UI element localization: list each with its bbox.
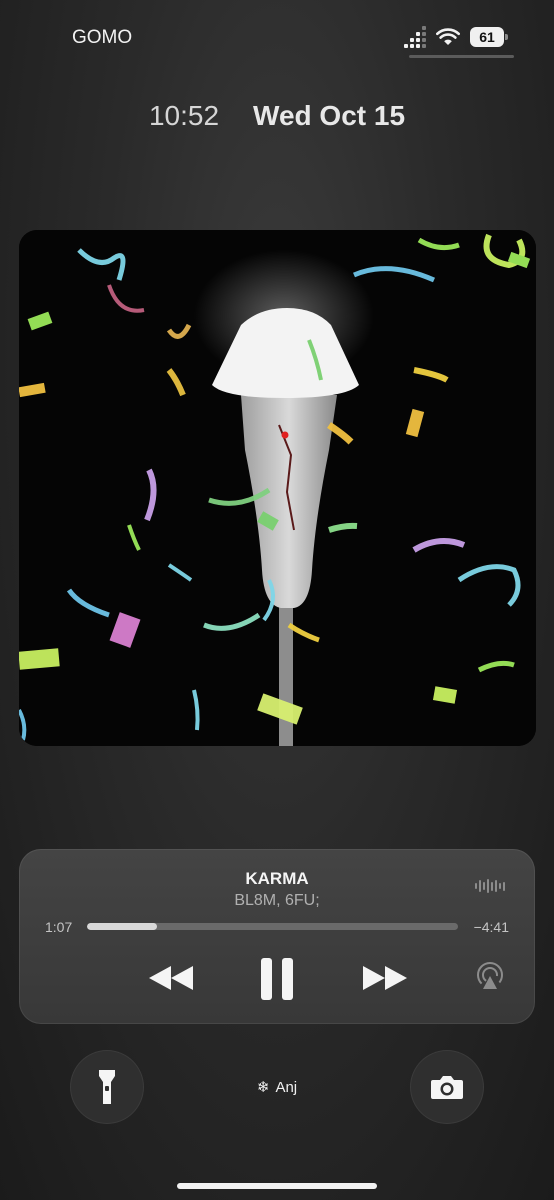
rewind-button[interactable] xyxy=(145,957,197,999)
status-icons: 61 xyxy=(404,26,508,48)
rewind-icon xyxy=(149,966,193,990)
battery-level: 61 xyxy=(479,29,495,45)
fast-forward-icon xyxy=(363,966,407,990)
wifi-icon xyxy=(436,28,460,45)
pause-button[interactable] xyxy=(252,957,302,1001)
now-playing-widget[interactable]: KARMA BL8M, 6FU; 1:07 −4:41 xyxy=(19,849,535,1024)
fast-forward-button[interactable] xyxy=(359,957,411,999)
airplay-icon xyxy=(477,962,503,989)
carrier-name: GOMO xyxy=(72,27,133,48)
home-indicator[interactable] xyxy=(177,1183,377,1189)
album-artwork-image xyxy=(19,230,536,746)
pause-icon xyxy=(261,958,293,1000)
snowflake-icon: ❄ xyxy=(256,1079,270,1096)
remaining-time: −4:41 xyxy=(473,919,509,935)
camera-button[interactable] xyxy=(410,1050,484,1124)
lockscreen-clock: 10:52 Wed Oct 15 xyxy=(0,100,554,132)
audio-waveform-icon xyxy=(475,879,505,893)
time-label: 10:52 xyxy=(148,100,220,131)
airplay-button[interactable] xyxy=(475,962,505,992)
cellular-signal-icon xyxy=(404,26,426,48)
album-artwork[interactable] xyxy=(19,230,536,746)
playback-scrubber[interactable] xyxy=(87,923,458,930)
song-title[interactable]: KARMA xyxy=(19,869,535,889)
date-label: Wed Oct 15 xyxy=(253,100,406,131)
control-center-grabber[interactable] xyxy=(409,55,514,58)
elapsed-time: 1:07 xyxy=(45,919,73,935)
song-artist[interactable]: BL8M, 6FU; xyxy=(19,892,535,910)
playback-progress-fill xyxy=(87,923,158,930)
focus-mode-label: Anj xyxy=(275,1078,298,1096)
camera-icon xyxy=(431,1076,463,1099)
battery-indicator: 61 xyxy=(470,27,508,47)
